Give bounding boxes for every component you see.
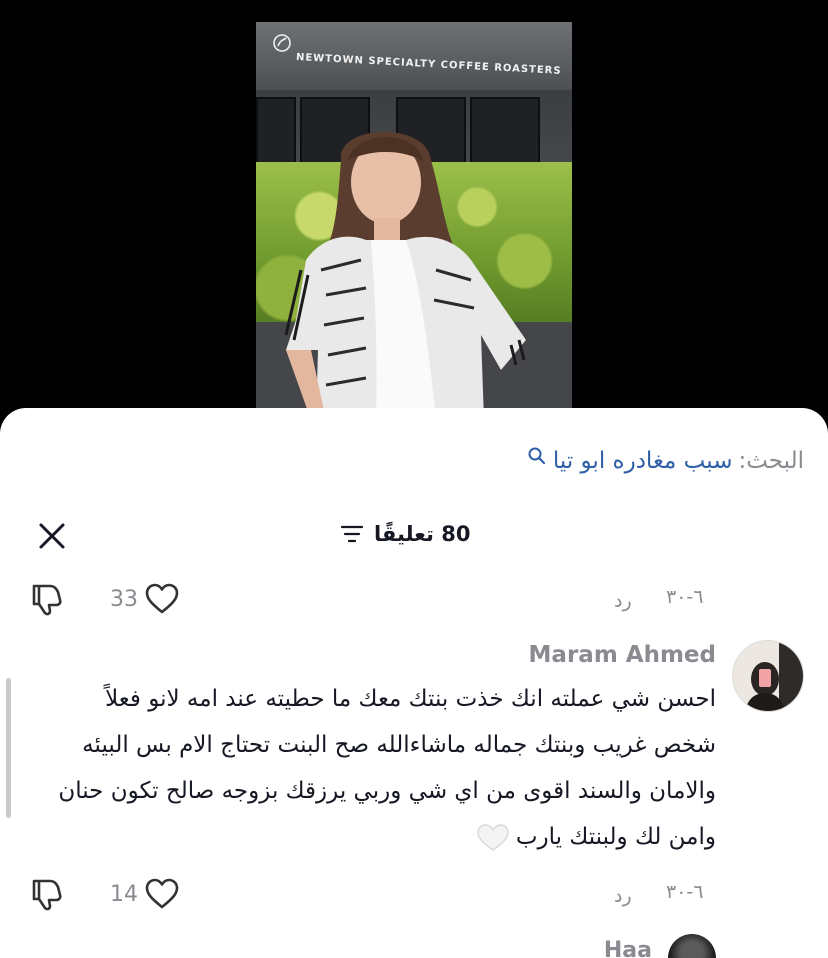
- filter-icon[interactable]: [340, 524, 364, 544]
- like-group: 33: [110, 582, 180, 616]
- search-icon: [528, 447, 545, 465]
- comment-item: Maram Ahmed احسن شي عملته انك خذت بنتك م…: [0, 640, 828, 870]
- coffee-logo-icon: [273, 34, 291, 52]
- comments-header: 80 تعليقًا: [0, 516, 828, 556]
- comments-count-label: 80 تعليقًا: [374, 522, 471, 546]
- scrollbar[interactable]: [6, 678, 11, 818]
- avatar-image: [733, 641, 803, 711]
- dislike-icon[interactable]: [28, 875, 66, 913]
- comment-item: Haa: [0, 934, 828, 958]
- comment-username[interactable]: Maram Ahmed: [529, 642, 716, 668]
- store-sign-text: NEWTOWN SPECIALTY COFFEE ROASTERS: [295, 52, 562, 77]
- white-heart-emoji-icon: [477, 823, 509, 851]
- comment-meta-row: 14 رد ٦-٣٠: [0, 875, 828, 915]
- search-term-link[interactable]: سبب مغادره ابو تيا: [553, 448, 733, 474]
- dislike-icon[interactable]: [28, 580, 66, 618]
- reply-button[interactable]: رد: [614, 885, 632, 907]
- search-prefix: البحث:: [738, 448, 804, 474]
- heart-icon[interactable]: [144, 582, 180, 616]
- comment-body: احسن شي عملته انك خذت بنتك معك ما حطيته …: [58, 686, 716, 850]
- comment-username[interactable]: Haa: [604, 938, 652, 958]
- comment-date: ٦-٣٠: [666, 586, 704, 608]
- video-frame[interactable]: NEWTOWN SPECIALTY COFFEE ROASTERS: [256, 22, 572, 412]
- like-count: 14: [110, 881, 138, 907]
- close-icon[interactable]: [36, 520, 68, 552]
- reply-button[interactable]: رد: [614, 590, 632, 612]
- comments-sheet: البحث: سبب مغادره ابو تيا 80 تعليقًا 33: [0, 408, 828, 958]
- comment-text: احسن شي عملته انك خذت بنتك معك ما حطيته …: [56, 676, 716, 860]
- search-suggestion[interactable]: البحث: سبب مغادره ابو تيا: [527, 446, 804, 476]
- comments-count[interactable]: 80 تعليقًا: [340, 522, 470, 546]
- comment-meta-row: 33 رد ٦-٣٠: [0, 580, 828, 620]
- video-player[interactable]: NEWTOWN SPECIALTY COFFEE ROASTERS: [0, 0, 828, 430]
- like-group: 14: [110, 877, 180, 911]
- girl-figure: [284, 131, 526, 412]
- heart-icon[interactable]: [144, 877, 180, 911]
- store-awning: NEWTOWN SPECIALTY COFFEE ROASTERS: [256, 22, 572, 90]
- comment-date: ٦-٣٠: [666, 881, 704, 903]
- like-count: 33: [110, 586, 138, 612]
- avatar[interactable]: [668, 934, 716, 958]
- avatar[interactable]: [732, 640, 804, 712]
